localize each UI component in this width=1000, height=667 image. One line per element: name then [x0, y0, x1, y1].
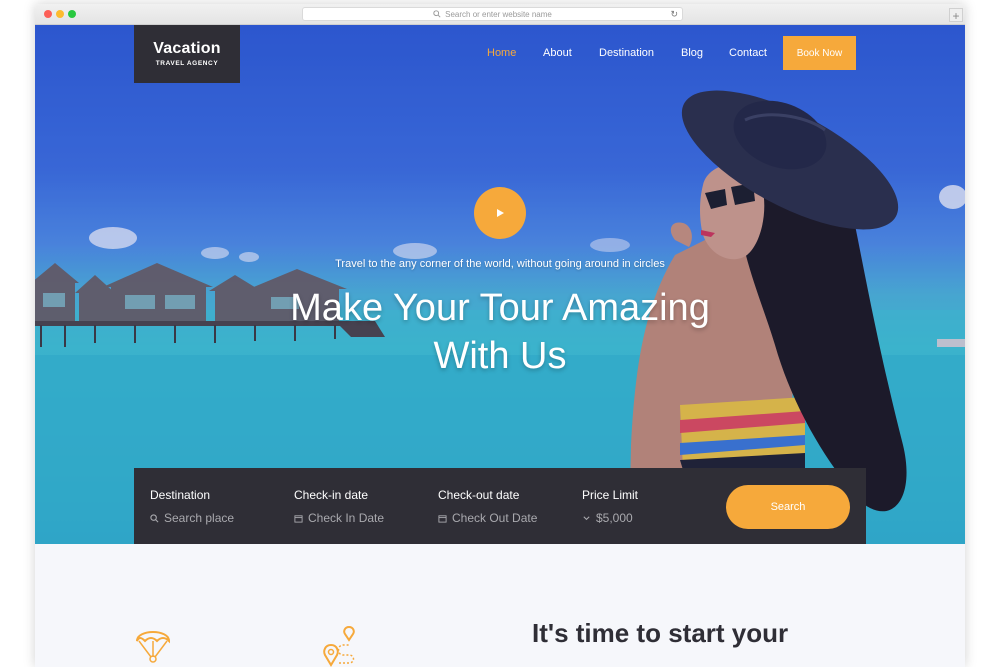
check-out-label: Check-out date	[438, 488, 520, 502]
price-limit-select[interactable]: $5,000	[596, 511, 633, 525]
check-in-label: Check-in date	[294, 488, 369, 502]
price-limit-label: Price Limit	[582, 488, 639, 502]
search-icon	[150, 513, 159, 522]
route-pin-icon	[323, 625, 355, 667]
nav-item-home[interactable]: Home	[487, 47, 516, 59]
destination-label: Destination	[150, 488, 211, 502]
nav-item-blog[interactable]: Blog	[681, 47, 703, 59]
new-tab-button[interactable]: +	[949, 8, 963, 23]
play-video-button[interactable]	[474, 187, 526, 239]
parachute-icon	[136, 631, 171, 663]
hero-section: Vacation TRAVEL AGENCY Home About Destin…	[35, 25, 965, 544]
check-in-input[interactable]: Check In Date	[308, 511, 384, 525]
destination-field[interactable]: Destination Search place	[150, 488, 234, 525]
browser-toolbar: Search or enter website name ↻	[35, 4, 965, 25]
nav-item-contact[interactable]: Contact	[729, 47, 767, 59]
destination-input[interactable]: Search place	[164, 511, 234, 525]
book-now-button[interactable]: Book Now	[783, 36, 856, 70]
address-placeholder: Search or enter website name	[445, 9, 552, 19]
price-limit-field[interactable]: Price Limit $5,000	[582, 488, 638, 525]
reload-icon[interactable]: ↻	[670, 9, 678, 20]
section-title: It's time to start your	[532, 618, 789, 648]
hero-headline-line-2: With Us	[433, 335, 567, 377]
nav-item-about[interactable]: About	[543, 47, 572, 59]
play-icon	[497, 209, 504, 217]
nav-item-destination[interactable]: Destination	[599, 47, 654, 59]
minimize-window-button[interactable]	[56, 10, 64, 18]
close-window-button[interactable]	[44, 10, 52, 18]
hero-tagline: Travel to the any corner of the world, w…	[335, 258, 665, 270]
zoom-window-button[interactable]	[68, 10, 76, 18]
address-bar[interactable]: Search or enter website name ↻	[302, 7, 683, 21]
search-button[interactable]: Search	[726, 485, 850, 529]
browser-window: Search or enter website name ↻ Vacation …	[35, 4, 965, 667]
search-icon	[433, 10, 441, 18]
chevron-down-icon	[583, 515, 590, 520]
calendar-icon	[438, 514, 447, 523]
check-in-field[interactable]: Check-in date Check In Date	[294, 488, 384, 525]
booking-search-bar: Destination Search place Check-in date C…	[134, 468, 866, 544]
check-out-input[interactable]: Check Out Date	[452, 511, 537, 525]
features-section: It's time to start your	[35, 544, 965, 667]
hero-headline: Make Your Tour Amazing With Us	[35, 284, 965, 380]
calendar-icon	[294, 514, 303, 523]
check-out-field[interactable]: Check-out date Check Out Date	[438, 488, 537, 525]
hero-headline-line-1: Make Your Tour Amazing	[290, 287, 710, 329]
